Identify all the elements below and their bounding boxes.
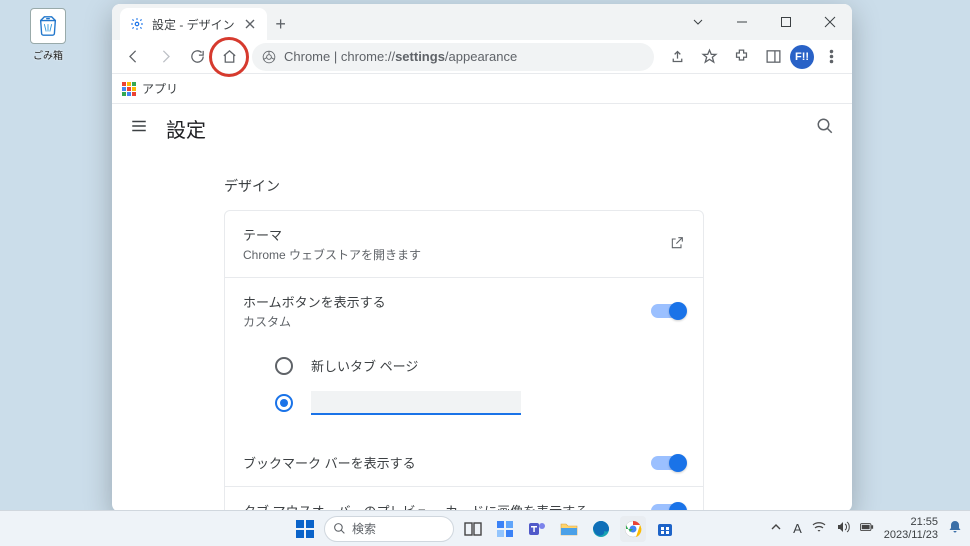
- settings-gear-icon: [130, 17, 144, 31]
- window-close-button[interactable]: [808, 4, 852, 40]
- row-theme-sub: Chrome ウェブストアを開きます: [243, 246, 669, 263]
- new-tab-button[interactable]: +: [267, 10, 295, 38]
- settings-card: テーマ Chrome ウェブストアを開きます ホームボタンを表示する カスタム: [224, 210, 704, 512]
- address-bar[interactable]: Chrome | chrome://settings/appearance: [252, 43, 654, 71]
- home-url-options: 新しいタブ ページ: [225, 344, 703, 439]
- bookmarks-apps-label[interactable]: アプリ: [142, 80, 178, 97]
- window-dropdown-button[interactable]: [676, 4, 720, 40]
- radio-new-tab[interactable]: 新しいタブ ページ: [275, 348, 685, 383]
- row-home-sub: カスタム: [243, 313, 651, 330]
- row-theme[interactable]: テーマ Chrome ウェブストアを開きます: [225, 211, 703, 277]
- volume-icon[interactable]: [836, 520, 850, 537]
- chrome-taskbar-icon[interactable]: [620, 516, 646, 542]
- settings-search-button[interactable]: [816, 117, 834, 140]
- row-hovercard: タブ マウスオーバーのプレビュー カードに画像を表示する: [225, 486, 703, 512]
- kebab-menu-button[interactable]: [816, 42, 846, 72]
- task-view-icon[interactable]: [460, 516, 486, 542]
- bookmark-star-button[interactable]: [694, 42, 724, 72]
- radio-custom-url[interactable]: [275, 383, 685, 423]
- edge-icon[interactable]: [588, 516, 614, 542]
- teams-icon[interactable]: [524, 516, 550, 542]
- hamburger-menu-button[interactable]: [130, 117, 148, 140]
- radio-icon: [275, 357, 293, 375]
- tray-chevron-icon[interactable]: [769, 520, 783, 537]
- open-external-icon: [669, 235, 685, 254]
- share-button[interactable]: [662, 42, 692, 72]
- section-heading: デザイン: [224, 176, 852, 196]
- recycle-bin-icon: [30, 8, 66, 44]
- browser-tab-title: 設定 - デザイン: [152, 16, 235, 33]
- apps-icon[interactable]: [122, 82, 136, 96]
- home-button-toggle[interactable]: [651, 304, 685, 318]
- taskbar-time: 21:55: [884, 516, 938, 529]
- taskbar-search[interactable]: 検索: [324, 516, 454, 542]
- bookmarks-bar: アプリ: [112, 74, 852, 104]
- store-icon[interactable]: [652, 516, 678, 542]
- settings-title: 設定: [166, 114, 206, 143]
- taskbar-date: 2023/11/23: [884, 529, 938, 542]
- window-controls: [676, 4, 852, 40]
- taskbar-clock[interactable]: 21:55 2023/11/23: [884, 516, 938, 541]
- browser-tab[interactable]: 設定 - デザイン: [120, 8, 267, 40]
- taskbar-center: 検索: [292, 516, 678, 542]
- explorer-icon[interactable]: [556, 516, 582, 542]
- taskbar-right: A 21:55 2023/11/23: [769, 516, 962, 541]
- start-button[interactable]: [292, 516, 318, 542]
- window-minimize-button[interactable]: [720, 4, 764, 40]
- chrome-icon: [262, 50, 276, 64]
- profile-avatar[interactable]: F!!: [790, 45, 814, 69]
- recycle-bin-label: ごみ箱: [33, 51, 63, 62]
- window-maximize-button[interactable]: [764, 4, 808, 40]
- row-home-button: ホームボタンを表示する カスタム: [225, 277, 703, 344]
- notifications-icon[interactable]: [948, 520, 962, 537]
- tab-close-button[interactable]: [243, 17, 257, 31]
- extensions-button[interactable]: [726, 42, 756, 72]
- widgets-icon[interactable]: [492, 516, 518, 542]
- chrome-window: 設定 - デザイン + Chrome | chrome://settings/a…: [112, 4, 852, 512]
- forward-button[interactable]: [150, 42, 180, 72]
- taskbar-search-placeholder: 検索: [352, 520, 376, 537]
- custom-url-input[interactable]: [311, 391, 521, 415]
- reload-button[interactable]: [182, 42, 212, 72]
- ime-indicator[interactable]: A: [793, 521, 802, 536]
- sidepanel-icon-button[interactable]: [758, 42, 788, 72]
- recycle-bin[interactable]: ごみ箱: [24, 8, 72, 64]
- bookmarkbar-toggle[interactable]: [651, 456, 685, 470]
- row-bookmarkbar-title: ブックマーク バーを表示する: [243, 453, 651, 472]
- address-bar-url: Chrome | chrome://settings/appearance: [284, 49, 517, 64]
- home-button[interactable]: [214, 42, 244, 72]
- settings-body[interactable]: デザイン テーマ Chrome ウェブストアを開きます ホームボタンを表示する …: [112, 152, 852, 512]
- radio-icon: [275, 394, 293, 412]
- windows-taskbar: 検索 A 21:55 2023/11/23: [0, 510, 970, 546]
- row-theme-title: テーマ: [243, 225, 669, 244]
- back-button[interactable]: [118, 42, 148, 72]
- row-bookmarkbar: ブックマーク バーを表示する: [225, 439, 703, 486]
- titlebar: 設定 - デザイン +: [112, 4, 852, 40]
- browser-toolbar: Chrome | chrome://settings/appearance F!…: [112, 40, 852, 74]
- battery-icon[interactable]: [860, 520, 874, 537]
- settings-page: 設定 デザイン テーマ Chrome ウェブストアを開きます ホームボタンを表示…: [112, 104, 852, 512]
- row-home-title: ホームボタンを表示する: [243, 292, 651, 311]
- wifi-icon[interactable]: [812, 520, 826, 537]
- radio-new-tab-label: 新しいタブ ページ: [311, 356, 418, 375]
- settings-header: 設定: [112, 104, 852, 152]
